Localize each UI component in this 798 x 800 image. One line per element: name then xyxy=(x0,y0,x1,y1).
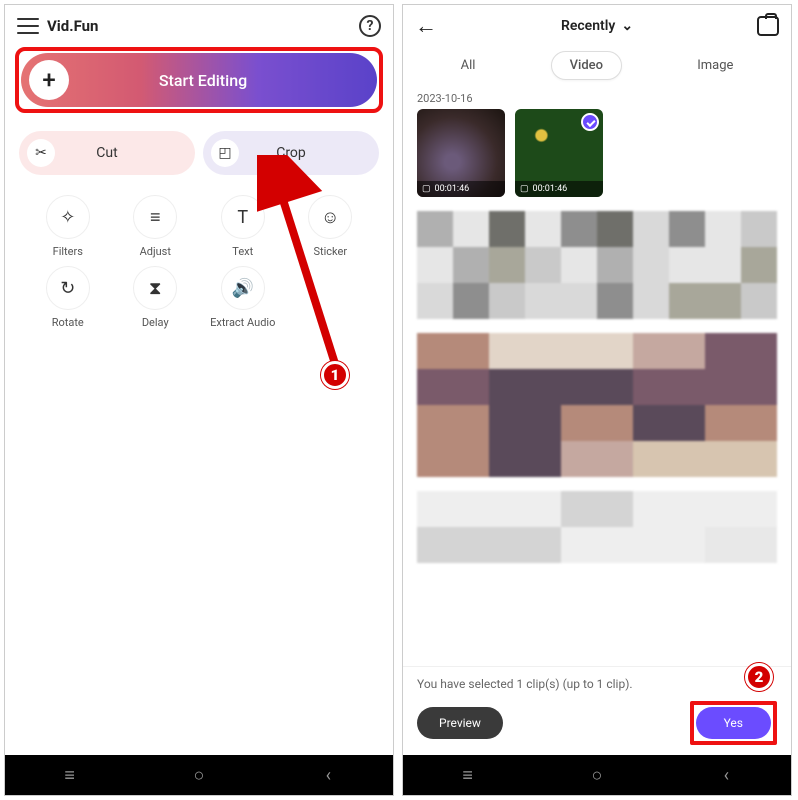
tab-image[interactable]: Image xyxy=(697,58,733,73)
video-thumbnail[interactable]: ▢ 00:01:46 xyxy=(417,109,505,197)
system-navbar: ≡ ○ ‹ xyxy=(403,755,791,795)
dropdown-label: Recently xyxy=(561,18,615,34)
tool-icon: 🔊 xyxy=(221,266,265,310)
thumb-duration: ▢ 00:01:46 xyxy=(417,181,505,197)
back-button[interactable]: ← xyxy=(415,13,437,39)
crop-icon: ◰ xyxy=(211,139,239,167)
annotation-highlight-1: + Start Editing xyxy=(15,47,383,113)
start-label: Start Editing xyxy=(69,71,377,90)
tool-icon: ↻ xyxy=(46,266,90,310)
tool-icon: T xyxy=(221,195,265,239)
yes-button[interactable]: Yes xyxy=(696,707,771,739)
preview-button[interactable]: Preview xyxy=(417,707,503,739)
tab-video[interactable]: Video xyxy=(551,51,622,80)
camera-icon[interactable] xyxy=(757,16,779,36)
tool-icon: ⧗ xyxy=(133,266,177,310)
crop-label: Crop xyxy=(276,145,306,161)
tool-extract-audio[interactable]: 🔊 Extract Audio xyxy=(200,266,286,329)
tool-delay[interactable]: ⧗ Delay xyxy=(113,266,199,329)
scissors-icon: ✂ xyxy=(27,139,55,167)
plus-icon: + xyxy=(29,60,69,100)
menu-icon[interactable] xyxy=(17,18,39,34)
tool-filters[interactable]: ✧ Filters xyxy=(25,195,111,258)
screen-home: Vid.Fun ? + Start Editing ✂ Cut ◰ Crop ✧… xyxy=(4,4,394,796)
folder-dropdown[interactable]: Recently ⌄ xyxy=(437,18,757,34)
blurred-content xyxy=(403,211,791,666)
thumbnail-row: ▢ 00:01:46 ▢ 00:01:46 xyxy=(403,109,791,211)
tool-rotate[interactable]: ↻ Rotate xyxy=(25,266,111,329)
tool-label: Delay xyxy=(142,316,169,329)
help-icon[interactable]: ? xyxy=(359,15,381,37)
tool-icon: ✧ xyxy=(46,195,90,239)
selection-text: You have selected 1 clip(s) (up to 1 cli… xyxy=(417,677,777,691)
back-icon[interactable]: ‹ xyxy=(318,765,338,785)
annotation-highlight-2: Yes xyxy=(690,701,777,745)
screen-picker: ← Recently ⌄ All Video Image 2023-10-16 … xyxy=(402,4,792,796)
tool-label: Adjust xyxy=(140,245,171,258)
app-title: Vid.Fun xyxy=(47,17,98,35)
tool-icon: ≡ xyxy=(133,195,177,239)
quick-actions: ✂ Cut ◰ Crop xyxy=(19,131,379,175)
tool-label: Extract Audio xyxy=(210,316,275,329)
home-icon[interactable]: ○ xyxy=(189,765,209,785)
recent-apps-icon[interactable]: ≡ xyxy=(60,765,80,785)
tool-icon: ☺ xyxy=(308,195,352,239)
selected-check-icon xyxy=(581,113,599,131)
cut-button[interactable]: ✂ Cut xyxy=(19,131,195,175)
date-header: 2023-10-16 xyxy=(403,90,791,109)
tool-label: Sticker xyxy=(313,245,347,258)
tool-sticker[interactable]: ☺ Sticker xyxy=(288,195,374,258)
thumb-duration: ▢ 00:01:46 xyxy=(515,181,603,197)
crop-button[interactable]: ◰ Crop xyxy=(203,131,379,175)
recent-apps-icon[interactable]: ≡ xyxy=(458,765,478,785)
video-thumbnail[interactable]: ▢ 00:01:46 xyxy=(515,109,603,197)
tool-adjust[interactable]: ≡ Adjust xyxy=(113,195,199,258)
topbar: ← Recently ⌄ xyxy=(403,5,791,47)
media-tabs: All Video Image xyxy=(403,47,791,90)
tab-all[interactable]: All xyxy=(461,58,476,73)
tool-grid: ✧ Filters ≡ Adjust T Text ☺ Sticker ↻ Rotate ⧗ Dela… xyxy=(5,181,393,343)
home-icon[interactable]: ○ xyxy=(587,765,607,785)
annotation-badge-2: 2 xyxy=(745,663,773,691)
cut-label: Cut xyxy=(96,145,117,161)
start-editing-button[interactable]: + Start Editing xyxy=(21,53,377,107)
chevron-down-icon: ⌄ xyxy=(621,18,633,34)
system-navbar: ≡ ○ ‹ xyxy=(5,755,393,795)
back-icon[interactable]: ‹ xyxy=(716,765,736,785)
annotation-badge-1: 1 xyxy=(321,361,349,389)
tool-label: Filters xyxy=(53,245,83,258)
topbar: Vid.Fun ? xyxy=(5,5,393,41)
tool-label: Rotate xyxy=(52,316,84,329)
tool-text[interactable]: T Text xyxy=(200,195,286,258)
tool-label: Text xyxy=(232,245,253,258)
